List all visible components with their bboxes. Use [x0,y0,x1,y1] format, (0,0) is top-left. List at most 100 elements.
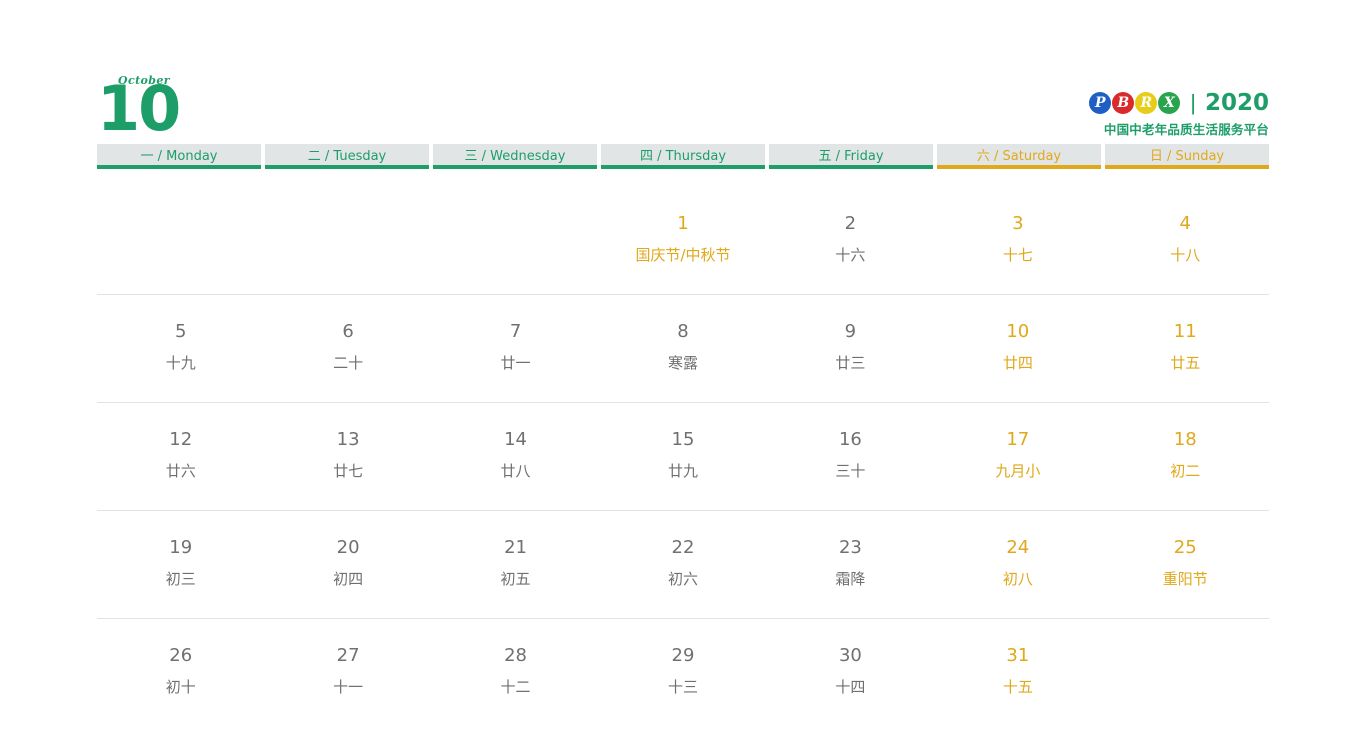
day-number: 1 [677,213,689,234]
day-cell[interactable]: 12 廿六 [97,403,264,510]
day-number: 20 [336,537,360,558]
day-lunar-label: 廿七 [333,462,364,480]
day-lunar-label: 十五 [1002,678,1033,696]
brand-subtitle-label: 中国中老年品质生活服务平台 [1103,122,1269,137]
weekday-header-label: 日 / Sunday [1149,149,1225,164]
day-lunar-label: 霜降 [835,570,866,588]
day-lunar-label: 十八 [1170,246,1201,264]
day-cell[interactable]: 22 初六 [599,511,766,618]
day-cell[interactable]: 1 国庆节/中秋节 [599,187,766,294]
day-number: 13 [336,429,360,450]
day-cell[interactable]: 14 廿八 [432,403,599,510]
day-cell[interactable]: 11 廿五 [1102,295,1269,402]
day-cell[interactable]: 6 二十 [264,295,431,402]
day-number: 7 [509,321,522,342]
day-number: 10 [1006,321,1030,342]
brand-letter-x-icon: X [1158,92,1181,114]
brand-logo-row: P B R X | 2020 [1089,90,1269,116]
weekday-header-label: 二 / Tuesday [307,149,387,164]
day-cell[interactable]: 4 十八 [1102,187,1269,294]
day-lunar-label: 廿四 [1002,354,1033,372]
day-cell[interactable]: 31 十五 [934,619,1101,726]
day-lunar-label: 十九 [165,354,196,372]
day-number: 25 [1173,537,1197,558]
day-number: 31 [1006,645,1030,666]
day-lunar-label: 初八 [1002,570,1033,588]
day-number: 5 [174,321,187,342]
weekday-header-label: 五 / Friday [818,149,884,164]
day-cell[interactable]: 13 廿七 [264,403,431,510]
calendar-week-row: 12 廿六 13 廿七 14 廿八 15 廿九 16 三十 17 九月小 18 初二 [97,403,1269,511]
weekday-header-row: 一 / Monday 二 / Tuesday 三 / Wednesday 四 / Th… [97,144,1269,169]
day-number: 18 [1173,429,1197,450]
brand-letter-p-icon: P [1089,92,1112,114]
day-number: 27 [336,645,360,666]
month-title-block: October 10 [97,66,277,142]
day-number: 28 [504,645,527,666]
day-lunar-label: 寒露 [667,354,698,372]
day-number: 15 [671,429,695,450]
day-lunar-label: 重阳节 [1162,570,1208,588]
day-lunar-label: 三十 [835,462,866,480]
day-number: 16 [838,429,862,450]
calendar-week-row: 1 国庆节/中秋节 2 十六 3 十七 4 十八 [97,187,1269,295]
day-cell[interactable]: 18 初二 [1102,403,1269,510]
day-lunar-label: 廿八 [500,462,531,480]
day-cell[interactable]: 20 初四 [264,511,431,618]
day-cell[interactable]: 28 十二 [432,619,599,726]
day-number: 24 [1006,537,1030,558]
day-cell[interactable]: 8 寒露 [599,295,766,402]
day-lunar-label: 二十 [333,354,364,372]
day-cell[interactable]: 15 廿九 [599,403,766,510]
day-lunar-label: 廿五 [1170,354,1201,372]
day-cell[interactable]: 29 十三 [599,619,766,726]
day-number: 19 [169,537,193,558]
day-lunar-label: 初六 [667,570,698,588]
weekday-header-cell: 四 / Thursday [601,144,765,169]
day-cell[interactable]: 10 廿四 [934,295,1101,402]
day-number: 4 [1179,213,1191,234]
day-lunar-label: 十三 [667,678,698,696]
day-cell[interactable]: 26 初十 [97,619,264,726]
day-lunar-label: 廿九 [667,462,698,480]
day-cell[interactable]: 9 廿三 [767,295,934,402]
weekday-header-cell: 一 / Monday [97,144,261,169]
calendar-week-row: 5 十九 6 二十 7 廿一 8 寒露 9 廿三 10 廿四 11 廿五 [97,295,1269,403]
day-cell[interactable]: 21 初五 [432,511,599,618]
calendar-week-row: 26 初十 27 十一 28 十二 29 十三 30 十四 31 十五 [97,619,1269,726]
weekday-header-label: 六 / Saturday [976,149,1062,164]
day-cell[interactable]: 27 十一 [264,619,431,726]
day-lunar-label: 初三 [165,570,196,588]
day-lunar-label: 十二 [500,678,531,696]
day-cell[interactable]: 7 廿一 [432,295,599,402]
day-number: 29 [671,645,695,666]
weekday-header-cell: 五 / Friday [769,144,933,169]
day-cell[interactable]: 2 十六 [767,187,934,294]
day-lunar-label: 十一 [333,678,364,696]
day-cell[interactable]: 16 三十 [767,403,934,510]
day-number: 30 [838,645,862,666]
day-number: 3 [1012,213,1024,234]
day-number: 2 [844,213,857,234]
day-number: 12 [169,429,193,450]
day-lunar-label: 国庆节/中秋节 [635,246,731,264]
day-cell[interactable]: 24 初八 [934,511,1101,618]
day-cell[interactable]: 23 霜降 [767,511,934,618]
calendar-masthead: October 10 P B R X | 2020 中国中老年品质生活服务平台 [97,66,1269,142]
day-number: 9 [844,321,857,342]
weekday-header-cell: 二 / Tuesday [265,144,429,169]
day-cell[interactable]: 19 初三 [97,511,264,618]
weekday-header-label: 四 / Thursday [639,149,727,164]
calendar-grid: 1 国庆节/中秋节 2 十六 3 十七 4 十八 5 十九 6 二十 7 廿一 8 寒露 9 廿三 10 廿四 11 廿五… [97,187,1269,726]
calendar-week-row: 19 初三 20 初四 21 初五 22 初六 23 霜降 24 初八 25 重阳节 [97,511,1269,619]
day-cell[interactable]: 17 九月小 [934,403,1101,510]
day-cell[interactable]: 3 十七 [934,187,1101,294]
day-number: 14 [504,429,527,450]
day-number: 22 [671,537,695,558]
brand-logo-block: P B R X | 2020 中国中老年品质生活服务平台 [1089,90,1269,138]
brand-letter-b-icon: B [1112,92,1135,114]
day-cell[interactable]: 5 十九 [97,295,264,402]
day-cell[interactable]: 30 十四 [767,619,934,726]
day-cell[interactable]: 25 重阳节 [1102,511,1269,618]
calendar-page: October 10 P B R X | 2020 中国中老年品质生活服务平台 … [0,0,1366,736]
